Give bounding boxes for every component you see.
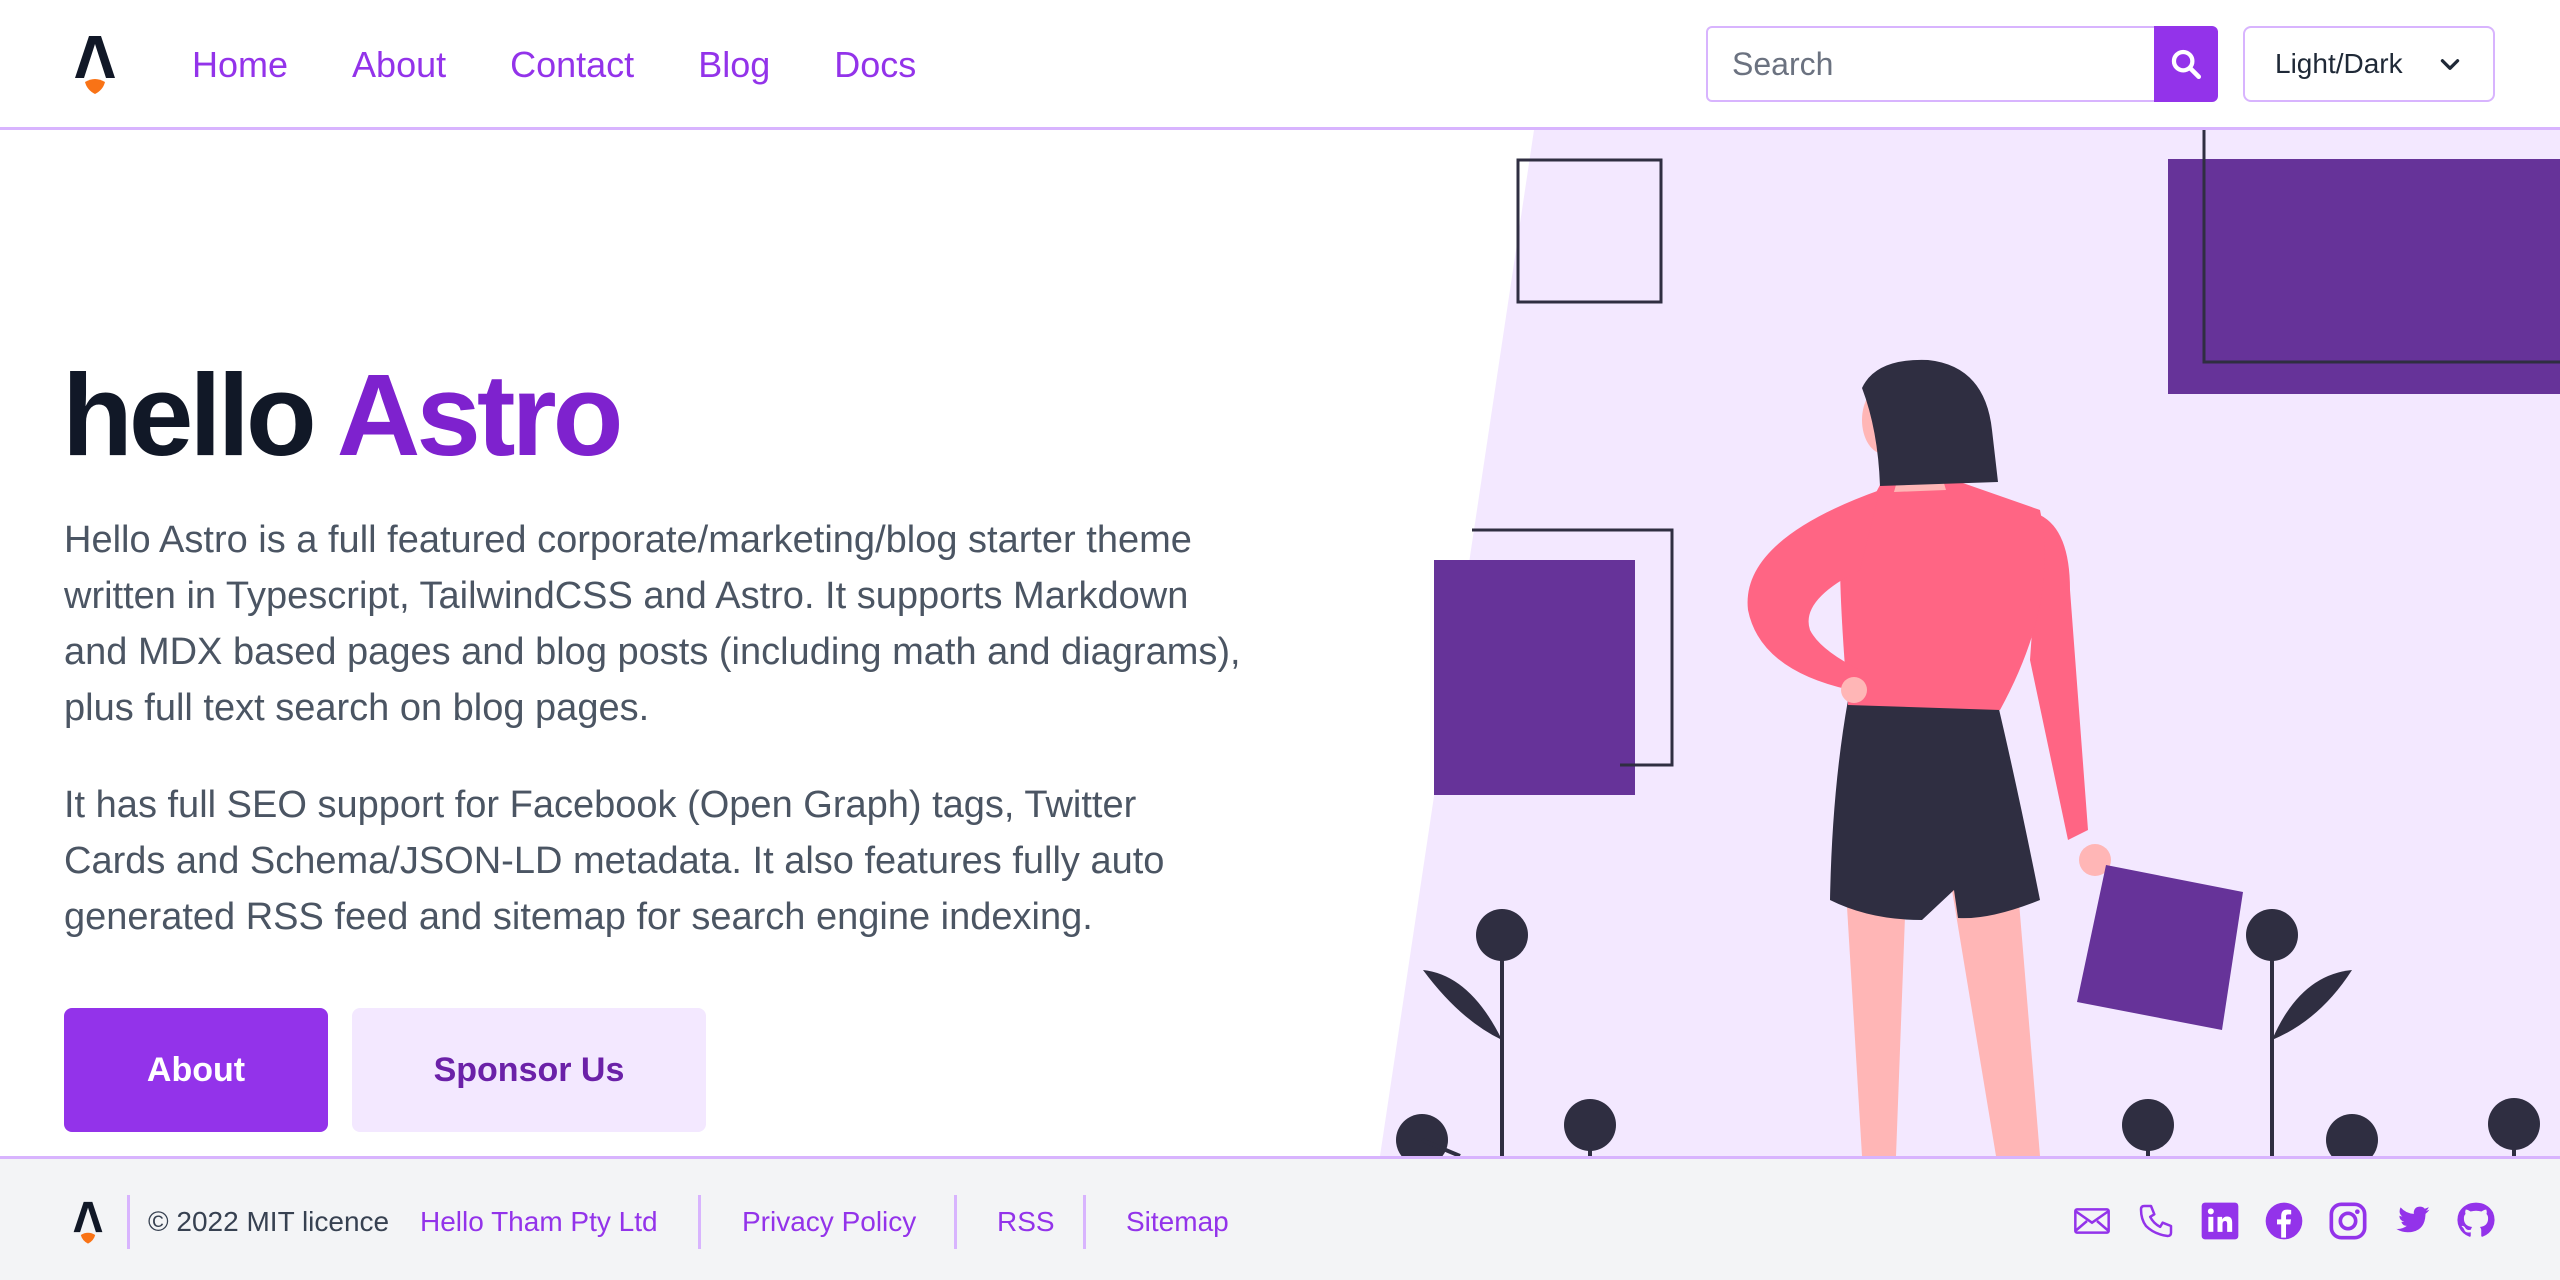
nav-home-link[interactable]: Home	[192, 38, 288, 92]
search-icon	[2171, 49, 2202, 80]
footer-divider	[1083, 1195, 1086, 1249]
footer-divider	[698, 1195, 701, 1249]
site-header: Home About Contact Blog Docs Search Ligh…	[0, 0, 2560, 130]
mail-icon[interactable]	[2070, 1199, 2114, 1243]
sponsor-us-button[interactable]: Sponsor Us	[352, 1008, 706, 1132]
nav-contact-link[interactable]: Contact	[510, 38, 634, 92]
about-button[interactable]: About	[64, 1008, 328, 1132]
phone-icon[interactable]	[2134, 1199, 2178, 1243]
instagram-icon[interactable]	[2326, 1199, 2370, 1243]
sitemap-link[interactable]: Sitemap	[1126, 1203, 1229, 1241]
privacy-policy-link[interactable]: Privacy Policy	[742, 1203, 916, 1241]
nav-blog-link[interactable]: Blog	[698, 38, 770, 92]
facebook-icon[interactable]	[2262, 1199, 2306, 1243]
twitter-icon[interactable]	[2390, 1199, 2434, 1243]
astro-logo-icon[interactable]	[70, 32, 120, 96]
site-footer: © 2022 MIT licence Hello Tham Pty Ltd Pr…	[0, 1156, 2560, 1280]
theme-select[interactable]: Light/Dark	[2243, 26, 2495, 102]
hero-title-accent: Astro	[336, 350, 624, 480]
hero-title: hello Astro	[62, 350, 624, 480]
astro-logo-icon[interactable]	[70, 1199, 106, 1245]
hero-paragraph-2: It has full SEO support for Facebook (Op…	[64, 784, 1165, 938]
search-button[interactable]	[2154, 26, 2218, 102]
nav-docs-link[interactable]: Docs	[834, 38, 916, 92]
rss-link[interactable]: RSS	[997, 1203, 1055, 1241]
linkedin-icon[interactable]	[2198, 1199, 2242, 1243]
company-link[interactable]: Hello Tham Pty Ltd	[420, 1203, 658, 1241]
github-icon[interactable]	[2454, 1199, 2498, 1243]
search-input[interactable]: Search	[1706, 26, 2156, 102]
copyright-text: © 2022 MIT licence	[148, 1206, 390, 1237]
hero-paragraph-1: Hello Astro is a full featured corporate…	[64, 519, 1241, 729]
main-nav: Home About Contact Blog Docs	[192, 38, 916, 92]
hero-title-dark: hello	[62, 350, 317, 480]
footer-divider	[127, 1195, 130, 1249]
chevron-down-icon	[2440, 59, 2460, 70]
theme-select-value: Light/Dark	[2275, 48, 2403, 79]
footer-divider	[954, 1195, 957, 1249]
nav-about-link[interactable]: About	[352, 38, 446, 92]
